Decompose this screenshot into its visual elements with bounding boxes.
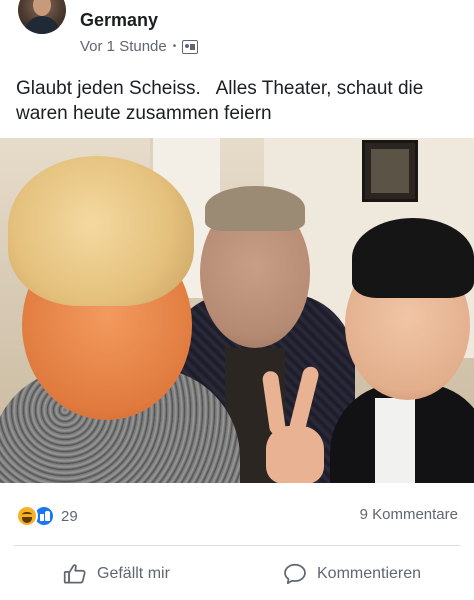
reaction-summary[interactable]: 29 xyxy=(16,505,78,527)
post-header: Germany Vor 1 Stunde • xyxy=(0,0,474,64)
photo-wall-frame xyxy=(362,140,418,202)
photo-person-right-collar xyxy=(375,398,415,483)
post-meta: Vor 1 Stunde • xyxy=(80,38,199,55)
comment-button[interactable]: Kommentieren xyxy=(282,559,421,589)
reaction-count: 29 xyxy=(61,507,78,525)
like-button-label: Gefällt mir xyxy=(97,565,170,582)
avatar-face xyxy=(33,0,51,16)
post-photo[interactable] xyxy=(0,138,474,483)
comments-count-link[interactable]: 9 Kommentare xyxy=(360,506,458,523)
post-timestamp[interactable]: Vor 1 Stunde xyxy=(80,38,167,55)
author-avatar[interactable] xyxy=(18,0,66,34)
haha-icon xyxy=(16,505,38,527)
thumbs-up-icon xyxy=(62,561,88,587)
photo-person-right-hair xyxy=(352,218,474,298)
hand-palm xyxy=(266,426,324,483)
group-icon xyxy=(182,39,199,54)
comment-bubble-icon xyxy=(282,561,308,587)
post-text: Glaubt jeden Scheiss. Alles Theater, sch… xyxy=(16,78,429,124)
like-button[interactable]: Gefällt mir xyxy=(62,559,170,589)
photo-peace-hand xyxy=(258,365,330,483)
comment-button-label: Kommentieren xyxy=(317,565,422,582)
avatar-body xyxy=(24,16,60,34)
photo-person-center-hair xyxy=(205,186,305,231)
meta-separator-dot: • xyxy=(172,41,177,52)
action-divider xyxy=(14,545,460,546)
group-name-link[interactable]: Germany xyxy=(80,10,158,31)
